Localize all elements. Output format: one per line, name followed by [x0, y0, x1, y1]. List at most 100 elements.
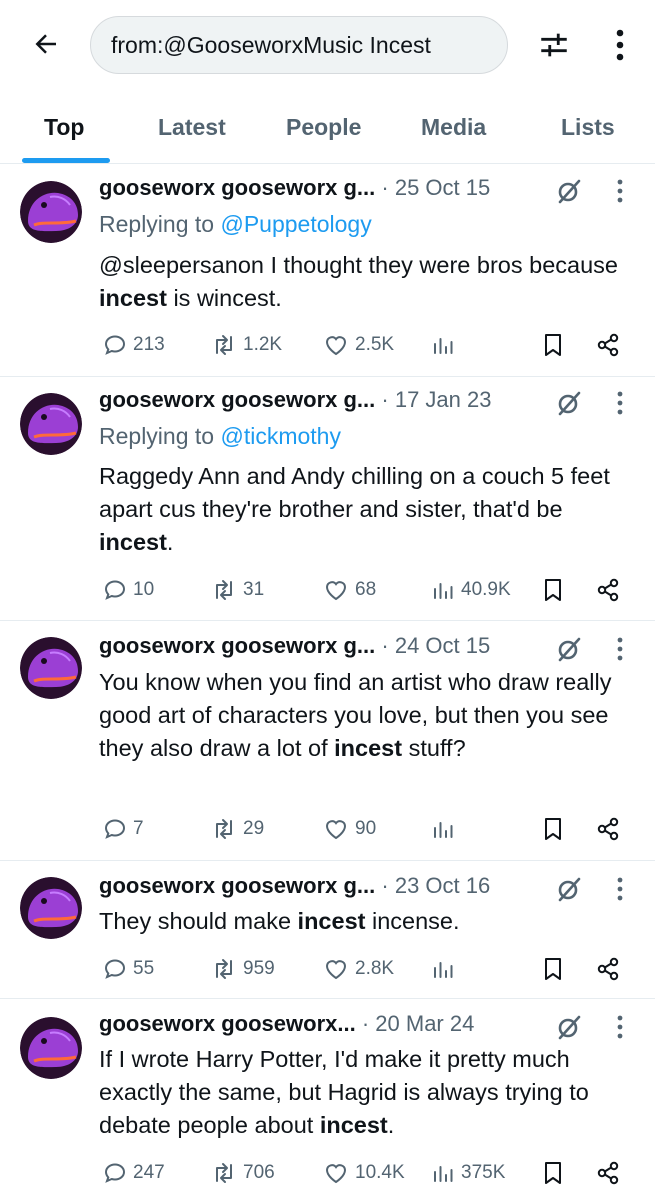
- heart-icon: [323, 578, 349, 602]
- reply-button[interactable]: 213: [103, 325, 165, 365]
- tab-lists[interactable]: Lists: [561, 114, 615, 141]
- views-button[interactable]: 375K: [431, 1153, 505, 1193]
- avatar[interactable]: [20, 181, 82, 243]
- author-name[interactable]: gooseworx gooseworx g...: [99, 175, 375, 200]
- tweet[interactable]: gooseworx gooseworx g... · 17 Jan 23 Rep…: [0, 377, 655, 621]
- search-highlight: incest: [334, 735, 403, 761]
- views-button[interactable]: [431, 809, 461, 849]
- tweet[interactable]: gooseworx gooseworx g... · 25 Oct 15 Rep…: [0, 165, 655, 377]
- avatar[interactable]: [20, 1017, 82, 1079]
- share-button[interactable]: [595, 809, 621, 849]
- tweet-menu-icon[interactable]: [613, 1013, 627, 1047]
- tweet-actions: 55 959 2.8K: [99, 949, 639, 989]
- author-name[interactable]: gooseworx gooseworx g...: [99, 873, 375, 898]
- repost-button[interactable]: 706: [211, 1153, 275, 1193]
- reply-icon: [103, 1161, 127, 1185]
- bookmark-button[interactable]: [541, 1153, 565, 1193]
- grok-icon[interactable]: [555, 635, 583, 669]
- grok-icon[interactable]: [555, 1013, 583, 1047]
- author-name[interactable]: gooseworx gooseworx g...: [99, 387, 375, 412]
- views-button[interactable]: 40.9K: [431, 570, 511, 610]
- tweet-header: gooseworx gooseworx g... · 23 Oct 16: [99, 873, 643, 905]
- tab-top[interactable]: Top: [44, 114, 84, 141]
- tweet-date[interactable]: · 23 Oct 16: [381, 873, 490, 898]
- tab-people[interactable]: People: [286, 114, 361, 141]
- tweet[interactable]: gooseworx gooseworx g... · 24 Oct 15 You…: [0, 621, 655, 861]
- views-button[interactable]: [431, 949, 461, 989]
- tweet-actions: 213 1.2K 2.5K: [99, 325, 639, 365]
- grok-icon[interactable]: [555, 389, 583, 423]
- share-icon: [595, 1160, 621, 1186]
- search-highlight: incest: [319, 1112, 388, 1138]
- reply-icon: [103, 957, 127, 981]
- share-icon: [595, 332, 621, 358]
- grok-icon[interactable]: [555, 875, 583, 909]
- avatar[interactable]: [20, 877, 82, 939]
- filter-button[interactable]: [534, 25, 574, 65]
- more-options-button[interactable]: [602, 25, 638, 65]
- share-button[interactable]: [595, 949, 621, 989]
- more-vertical-icon: [616, 29, 624, 61]
- like-button[interactable]: 2.5K: [323, 325, 394, 365]
- heart-icon: [323, 1161, 349, 1185]
- repost-button[interactable]: 31: [211, 570, 264, 610]
- bookmark-button[interactable]: [541, 570, 565, 610]
- bookmark-icon: [541, 577, 565, 603]
- tweet[interactable]: gooseworx gooseworx... · 20 Mar 24 If I …: [0, 999, 655, 1200]
- like-button[interactable]: 90: [323, 809, 376, 849]
- views-button[interactable]: [431, 325, 461, 365]
- bookmark-button[interactable]: [541, 325, 565, 365]
- tweet-menu-icon[interactable]: [613, 635, 627, 669]
- author-name[interactable]: gooseworx gooseworx...: [99, 1011, 356, 1036]
- heart-icon: [323, 817, 349, 841]
- tweet-date[interactable]: · 25 Oct 15: [381, 175, 490, 200]
- reply-handle-link[interactable]: @tickmothy: [220, 423, 340, 449]
- share-button[interactable]: [595, 570, 621, 610]
- bookmark-button[interactable]: [541, 949, 565, 989]
- reply-icon: [103, 817, 127, 841]
- tab-media[interactable]: Media: [421, 114, 486, 141]
- bookmark-button[interactable]: [541, 809, 565, 849]
- bookmark-icon: [541, 1160, 565, 1186]
- reply-button[interactable]: 247: [103, 1153, 165, 1193]
- bar-chart-icon: [431, 817, 455, 841]
- repost-icon: [211, 333, 237, 357]
- repost-button[interactable]: 1.2K: [211, 325, 282, 365]
- repost-button[interactable]: 29: [211, 809, 264, 849]
- tweet[interactable]: gooseworx gooseworx g... · 23 Oct 16 The…: [0, 861, 655, 999]
- tweet-menu-icon[interactable]: [613, 389, 627, 423]
- reply-button[interactable]: 7: [103, 809, 144, 849]
- tweet-actions: 10 31 68 40.9K: [99, 570, 639, 610]
- tweet-menu-icon[interactable]: [613, 875, 627, 909]
- arrow-left-icon: [35, 34, 56, 54]
- tab-latest[interactable]: Latest: [158, 114, 226, 141]
- tweet-menu-icon[interactable]: [613, 177, 627, 211]
- back-button[interactable]: [26, 24, 66, 64]
- tweet-date[interactable]: · 17 Jan 23: [381, 387, 491, 412]
- tweet-text: They should make incest incense.: [99, 908, 460, 934]
- avatar[interactable]: [20, 637, 82, 699]
- reply-handle-link[interactable]: @Puppetology: [220, 211, 371, 237]
- tweet-date[interactable]: · 24 Oct 15: [381, 633, 490, 658]
- repost-icon: [211, 1161, 237, 1185]
- top-bar: from:@GooseworxMusic Incest: [0, 0, 655, 92]
- reply-button[interactable]: 10: [103, 570, 154, 610]
- tweet-text: Raggedy Ann and Andy chilling on a couch…: [99, 463, 610, 555]
- like-button[interactable]: 10.4K: [323, 1153, 405, 1193]
- author-name[interactable]: gooseworx gooseworx g...: [99, 633, 375, 658]
- share-button[interactable]: [595, 1153, 621, 1193]
- share-button[interactable]: [595, 325, 621, 365]
- share-icon: [595, 956, 621, 982]
- like-button[interactable]: 68: [323, 570, 376, 610]
- grok-icon[interactable]: [555, 177, 583, 211]
- avatar[interactable]: [20, 393, 82, 455]
- repost-icon: [211, 578, 237, 602]
- heart-icon: [323, 957, 349, 981]
- like-button[interactable]: 2.8K: [323, 949, 394, 989]
- reply-button[interactable]: 55: [103, 949, 154, 989]
- tweet-date[interactable]: · 20 Mar 24: [362, 1011, 475, 1036]
- tweet-actions: 7 29 90: [99, 809, 639, 849]
- tweet-actions: 247 706 10.4K 375K: [99, 1153, 639, 1193]
- repost-button[interactable]: 959: [211, 949, 275, 989]
- search-input[interactable]: from:@GooseworxMusic Incest: [90, 16, 508, 74]
